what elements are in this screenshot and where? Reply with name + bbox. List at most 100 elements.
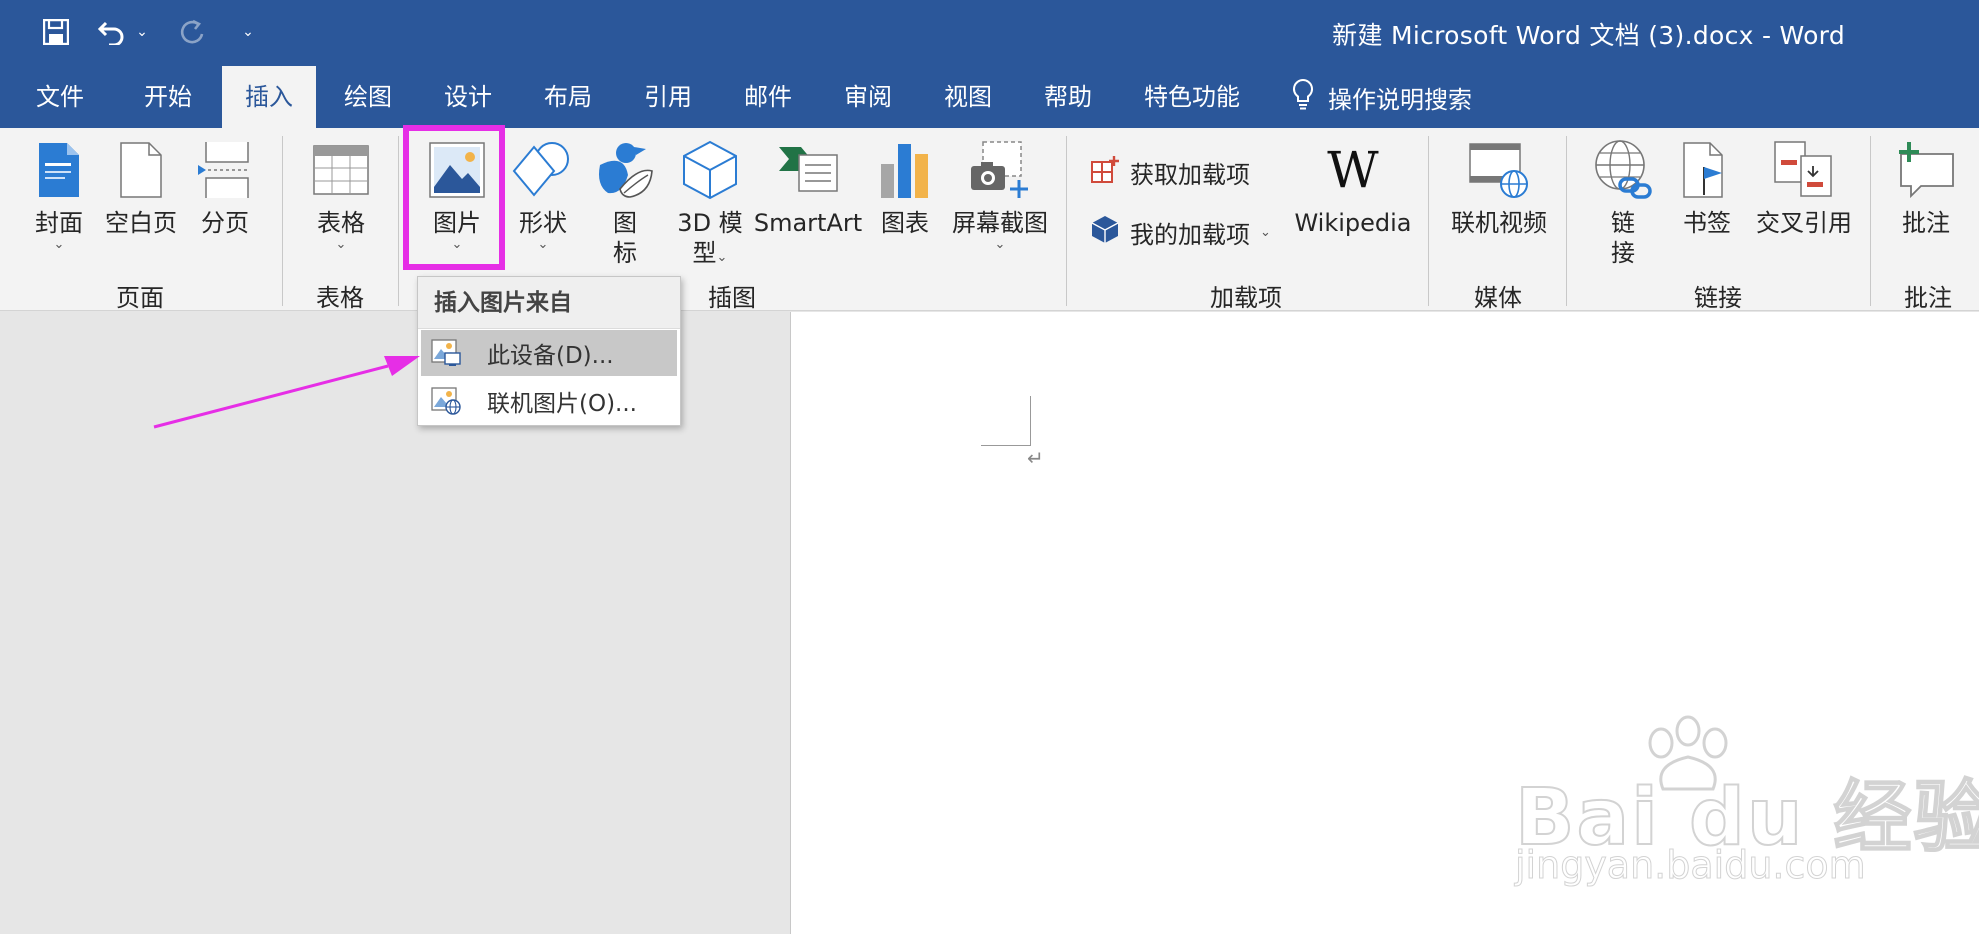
cover-page-icon <box>27 138 91 202</box>
dropdown-header: 插入图片来自 <box>418 277 680 329</box>
chevron-down-icon: ⌄ <box>1260 224 1271 240</box>
chart-button[interactable]: 图表 <box>870 132 940 280</box>
chevron-down-icon: ⌄ <box>53 237 65 252</box>
ribbon-tab-bar: 文件 开始 插入 绘图 设计 布局 引用 邮件 审阅 视图 帮助 特色功能 操作… <box>0 66 1979 128</box>
watermark-sub-text: jingyan.baidu.com <box>1515 843 1867 888</box>
link-globe-icon <box>1591 138 1655 202</box>
tab-design[interactable]: 设计 <box>428 66 508 128</box>
wikipedia-label: Wikipedia <box>1294 209 1412 237</box>
bookmark-label: 书签 <box>1683 209 1731 237</box>
online-video-button[interactable]: 联机视频 <box>1448 132 1550 280</box>
screenshot-button[interactable]: 屏幕截图 ⌄ <box>948 132 1052 280</box>
document-title: 新建 Microsoft Word 文档 (3).docx - Word <box>1332 21 1845 50</box>
group-label-illustrations: 插图 <box>708 284 756 312</box>
tab-help[interactable]: 帮助 <box>1028 66 1108 128</box>
my-addins-button[interactable]: 我的加载项 ⌄ <box>1090 214 1271 250</box>
annotation-highlight-box <box>403 125 505 270</box>
menu-item-this-device[interactable]: 此设备(D)... <box>421 330 677 376</box>
undo-dropdown-icon[interactable]: ⌄ <box>134 12 150 52</box>
blank-page-icon <box>109 138 173 202</box>
margin-corner-mark <box>981 396 1031 446</box>
icons-button[interactable]: 图标 <box>590 132 660 280</box>
comment-label: 批注 <box>1902 209 1950 237</box>
group-separator <box>1428 136 1429 306</box>
3d-models-button[interactable]: 3D 模型⌄ <box>672 132 748 280</box>
comment-button[interactable]: 批注 <box>1890 132 1962 280</box>
device-picture-icon <box>431 339 465 367</box>
link-button[interactable]: 链接 <box>1588 132 1658 280</box>
customize-toolbar-icon[interactable]: ⌄ <box>236 12 260 52</box>
online-video-label: 联机视频 <box>1451 209 1547 237</box>
smartart-icon <box>776 138 840 202</box>
menu-item-label: 联机图片(O)... <box>487 391 637 417</box>
group-label-media: 媒体 <box>1474 284 1522 312</box>
cross-reference-icon <box>1772 138 1836 202</box>
shapes-button[interactable]: 形状 ⌄ <box>508 132 578 280</box>
bookmark-button[interactable]: 书签 <box>1672 132 1742 280</box>
3d-models-label-line1: 3D 模 <box>677 209 743 237</box>
chevron-down-icon: ⌄ <box>716 250 728 265</box>
blank-page-button[interactable]: 空白页 <box>102 132 180 280</box>
chart-icon <box>873 138 937 202</box>
group-separator <box>398 136 399 306</box>
group-separator <box>1870 136 1871 306</box>
tab-mailings[interactable]: 邮件 <box>728 66 808 128</box>
group-label-tables: 表格 <box>316 284 364 312</box>
tab-review[interactable]: 审阅 <box>828 66 908 128</box>
chevron-down-icon: ⌄ <box>994 237 1006 252</box>
icons-icon <box>593 138 657 202</box>
tab-view[interactable]: 视图 <box>928 66 1008 128</box>
redo-icon[interactable] <box>172 12 212 52</box>
online-video-icon <box>1467 138 1531 202</box>
link-label: 链接 <box>1611 208 1635 268</box>
store-icon <box>1090 154 1120 190</box>
addin-cube-icon <box>1090 214 1120 250</box>
get-addins-button[interactable]: 获取加载项 <box>1090 154 1250 190</box>
lightbulb-icon <box>1292 78 1314 116</box>
smartart-button[interactable]: SmartArt <box>753 132 863 280</box>
online-picture-icon <box>431 387 465 415</box>
menu-item-online-pictures[interactable]: 联机图片(O)... <box>421 378 677 424</box>
cross-reference-button[interactable]: 交叉引用 <box>1752 132 1856 280</box>
shapes-icon <box>511 138 575 202</box>
tab-features[interactable]: 特色功能 <box>1132 66 1252 128</box>
comment-icon <box>1894 138 1958 202</box>
tab-file[interactable]: 文件 <box>20 66 100 128</box>
3d-models-label-line2: 型 <box>692 239 717 267</box>
chevron-down-icon: ⌄ <box>335 237 347 252</box>
ribbon: 封面 ⌄ 空白页 分页 页面 表格 ⌄ 表格 图片 ⌄ 形状 ⌄ 图 标 3D … <box>0 128 1979 312</box>
group-separator <box>1566 136 1567 306</box>
group-label-links: 链接 <box>1694 284 1742 312</box>
smartart-label: SmartArt <box>753 209 863 237</box>
wikipedia-button[interactable]: W Wikipedia <box>1294 132 1412 280</box>
get-addins-label: 获取加载项 <box>1130 160 1250 189</box>
cube-icon <box>678 138 742 202</box>
tell-me-search[interactable]: 操作说明搜索 <box>1292 66 1472 128</box>
icons-label: 图标 <box>613 208 637 268</box>
chart-label: 图表 <box>881 209 929 237</box>
insert-picture-dropdown: 插入图片来自 此设备(D)... 联机图片(O)... <box>417 276 681 426</box>
shapes-label: 形状 <box>519 209 567 237</box>
icons-label-line2: 标 <box>613 239 637 267</box>
tab-references[interactable]: 引用 <box>628 66 708 128</box>
bookmark-icon <box>1675 138 1739 202</box>
tab-draw[interactable]: 绘图 <box>328 66 408 128</box>
icons-label-line1: 图 <box>613 209 637 237</box>
save-icon[interactable] <box>36 12 76 52</box>
tab-home[interactable]: 开始 <box>128 66 208 128</box>
chevron-down-icon: ⌄ <box>537 237 549 252</box>
page-break-button[interactable]: 分页 <box>192 132 258 280</box>
tab-layout[interactable]: 布局 <box>528 66 608 128</box>
page-break-icon <box>193 138 257 202</box>
undo-icon[interactable] <box>94 12 128 52</box>
table-label: 表格 <box>317 209 365 237</box>
table-button[interactable]: 表格 ⌄ <box>308 132 374 280</box>
link-label-line1: 链 <box>1611 209 1635 237</box>
cover-page-label: 封面 <box>35 209 83 237</box>
tab-insert[interactable]: 插入 <box>222 66 316 128</box>
tell-me-label: 操作说明搜索 <box>1328 85 1472 114</box>
wikipedia-icon: W <box>1327 141 1379 199</box>
paragraph-mark: ↵ <box>1027 446 1044 470</box>
group-label-comments: 批注 <box>1904 284 1952 312</box>
cover-page-button[interactable]: 封面 ⌄ <box>26 132 92 280</box>
